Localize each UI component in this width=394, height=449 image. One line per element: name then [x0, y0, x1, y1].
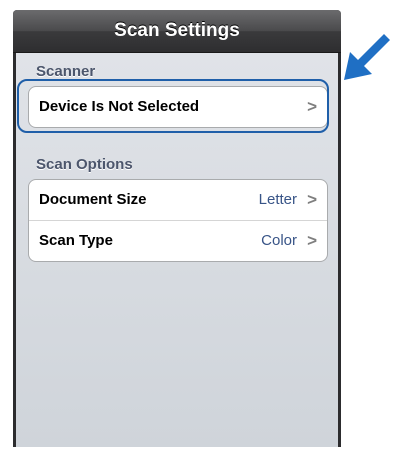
document-size-label: Document Size: [39, 191, 147, 208]
document-size-row[interactable]: Document Size Letter >: [29, 180, 327, 221]
highlight-outline: [17, 79, 329, 133]
device-screen: Scan Settings Scanner Device Is Not Sele…: [13, 10, 341, 447]
chevron-right-icon: >: [307, 231, 317, 250]
section-header-scanner: Scanner: [36, 63, 96, 80]
document-size-value: Letter: [258, 191, 297, 208]
scan-type-value: Color: [261, 232, 297, 249]
scan-options-group: Document Size Letter > Scan Type Color >: [28, 179, 328, 262]
scan-type-label: Scan Type: [39, 232, 113, 249]
chevron-right-icon: >: [307, 190, 317, 209]
scan-type-row[interactable]: Scan Type Color >: [29, 221, 327, 261]
pointer-arrow-icon: [344, 34, 390, 80]
navigation-bar: Scan Settings: [13, 10, 341, 53]
page-title: Scan Settings: [114, 20, 240, 41]
section-header-scan-options: Scan Options: [36, 156, 133, 173]
